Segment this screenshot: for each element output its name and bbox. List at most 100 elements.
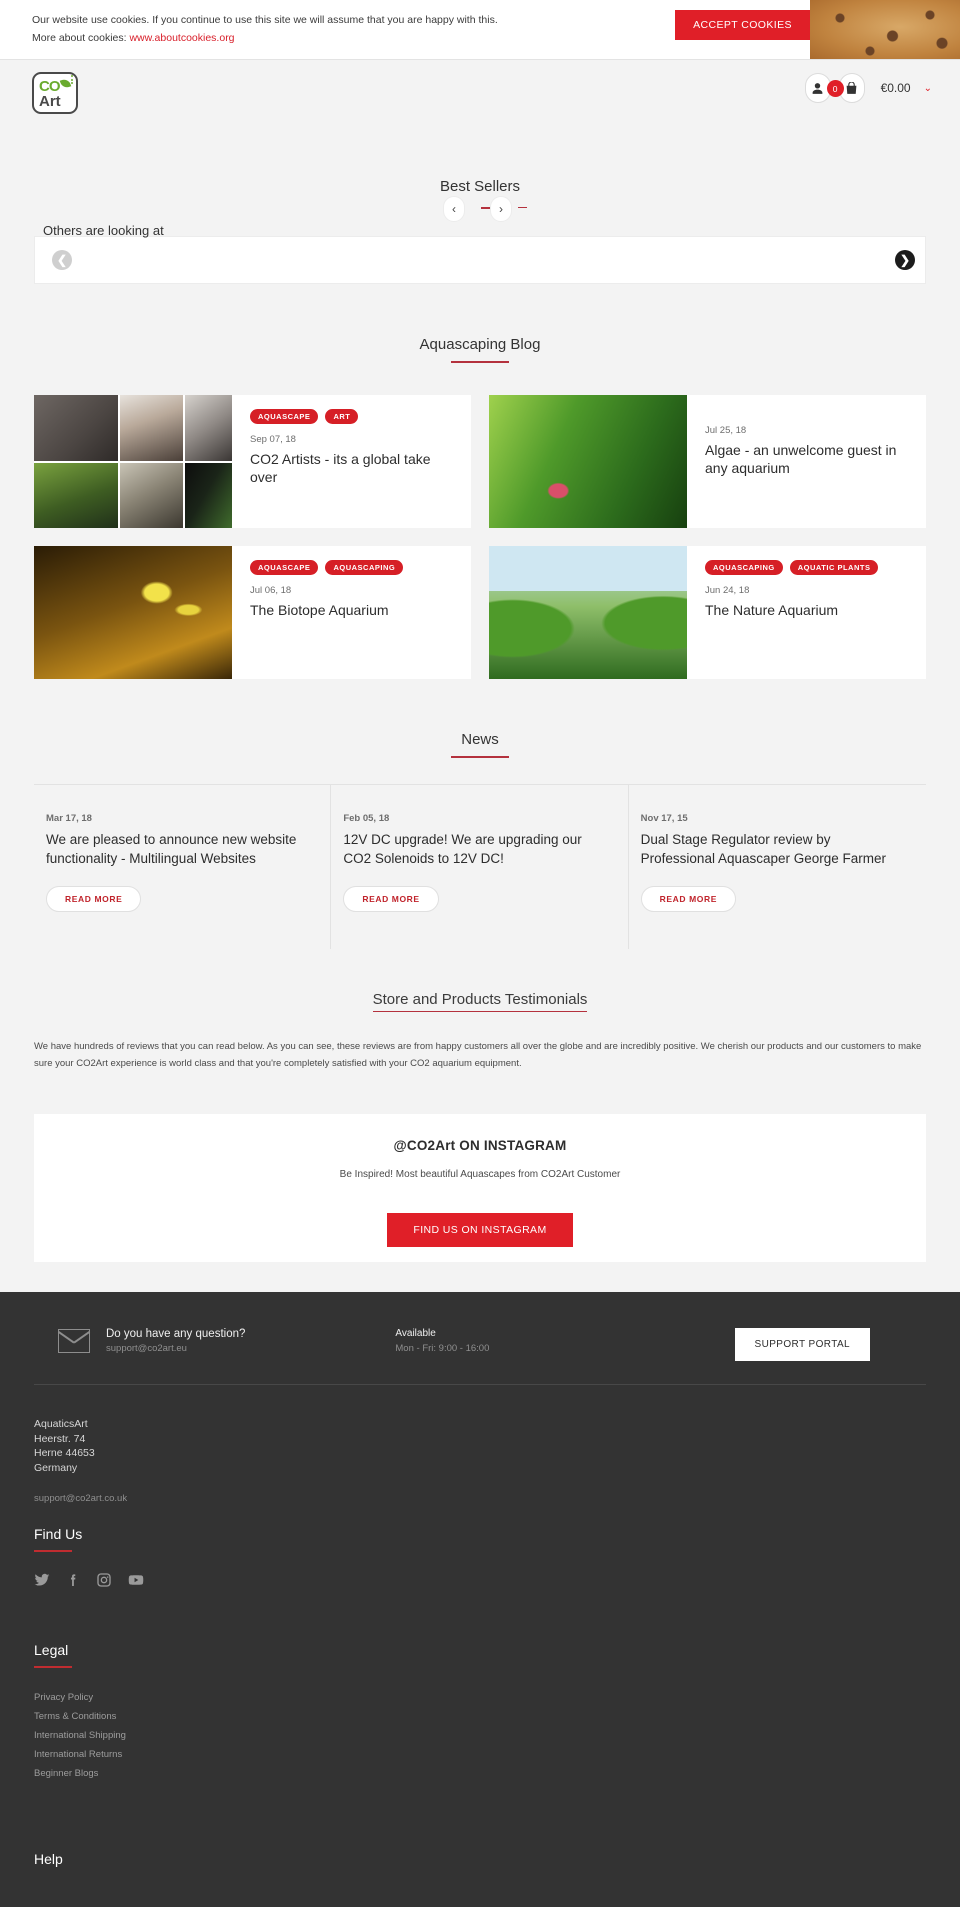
others-looking-at-panel: Others are looking at ❮ ❯ <box>34 223 926 284</box>
availability-title: Available <box>395 1328 436 1339</box>
best-sellers-rule-right <box>518 207 527 208</box>
support-question-block: Do you have any question? support@co2art… <box>106 1328 245 1354</box>
news-title-rule <box>451 756 509 758</box>
blog-title[interactable]: Algae - an unwelcome guest in any aquari… <box>705 441 910 477</box>
read-more-button[interactable]: READ MORE <box>343 886 439 912</box>
blog-tag-row: AQUASCAPING AQUATIC PLANTS <box>705 560 910 575</box>
social-links <box>34 1572 926 1588</box>
nature-aquarium-photo <box>489 546 687 679</box>
blog-tag[interactable]: AQUASCAPE <box>250 409 319 424</box>
blog-card[interactable]: AQUASCAPING AQUATIC PLANTS Jun 24, 18 Th… <box>489 546 926 679</box>
blog-card-body: AQUASCAPING AQUATIC PLANTS Jun 24, 18 Th… <box>687 546 926 679</box>
blog-card[interactable]: AQUASCAPE ART Sep 07, 18 CO2 Artists - i… <box>34 395 471 528</box>
legal-link-terms-conditions[interactable]: Terms & Conditions <box>34 1707 926 1726</box>
legal-link-beginner-blogs[interactable]: Beginner Blogs <box>34 1764 926 1783</box>
blog-thumbnail[interactable] <box>34 395 232 528</box>
blog-tag[interactable]: ART <box>325 409 359 424</box>
news-date: Nov 17, 15 <box>640 813 688 824</box>
instagram-title: @CO2Art ON INSTAGRAM <box>393 1138 567 1153</box>
blog-tag[interactable]: AQUASCAPE <box>250 560 319 575</box>
envelope-icon <box>58 1329 90 1353</box>
blog-tag[interactable]: AQUATIC PLANTS <box>789 560 879 575</box>
legal-link-international-shipping[interactable]: International Shipping <box>34 1726 926 1745</box>
blog-title[interactable]: The Nature Aquarium <box>705 601 910 619</box>
homepage: Our website use cookies. If you continue… <box>0 0 960 1907</box>
twitter-icon[interactable] <box>34 1572 50 1588</box>
others-next-button[interactable]: ❯ <box>895 250 915 270</box>
address-line: AquaticsArt <box>34 1418 88 1430</box>
best-sellers-prev-button[interactable]: ‹ <box>443 196 465 222</box>
testimonials-body-text: We have hundreds of reviews that you can… <box>34 1041 922 1069</box>
blog-date: Sep 07, 18 <box>250 434 296 445</box>
blog-card-grid: AQUASCAPE ART Sep 07, 18 CO2 Artists - i… <box>34 395 926 679</box>
legal-link-international-returns[interactable]: International Returns <box>34 1745 926 1764</box>
testimonials-title: Store and Products Testimonials <box>372 991 588 1012</box>
others-prev-button[interactable]: ❮ <box>52 250 72 270</box>
blog-title-rule <box>451 361 509 363</box>
blog-card-body: Jul 25, 18 Algae - an unwelcome guest in… <box>687 395 926 528</box>
blog-date: Jul 25, 18 <box>705 425 747 436</box>
news-item: Mar 17, 18 We are pleased to announce ne… <box>34 785 332 949</box>
blog-section-title: Aquascaping Blog <box>419 336 541 353</box>
news-title[interactable]: 12V DC upgrade! We are upgrading our CO2… <box>343 830 601 868</box>
availability-block: Available Mon - Fri: 9:00 - 16:00 <box>395 1328 489 1354</box>
read-more-button[interactable]: READ MORE <box>640 886 737 912</box>
others-looking-at-label: Others are looking at <box>43 223 164 238</box>
best-sellers-next-button[interactable]: › <box>490 196 512 222</box>
blog-tag[interactable]: AQUASCAPING <box>705 560 783 575</box>
support-email[interactable]: support@co2art.eu <box>106 1343 245 1354</box>
header-actions: 0 €0.00 ⌄ <box>804 73 932 103</box>
cart-button[interactable]: 0 <box>826 73 865 103</box>
instagram-subtitle: Be Inspired! Most beautiful Aquascapes f… <box>339 1169 621 1180</box>
site-header: CO Art 0 €0.00 ⌄ <box>0 60 960 124</box>
blog-card[interactable]: AQUASCAPE AQUASCAPING Jul 06, 18 The Bio… <box>34 546 471 679</box>
user-icon <box>812 82 823 94</box>
blog-card-body: AQUASCAPE ART Sep 07, 18 CO2 Artists - i… <box>232 395 471 528</box>
news-title[interactable]: We are pleased to announce new website f… <box>46 830 304 868</box>
cookie-line-1: Our website use cookies. If you continue… <box>32 14 498 26</box>
news-item: Nov 17, 15 Dual Stage Regulator review b… <box>629 785 926 949</box>
instagram-icon[interactable] <box>96 1572 112 1588</box>
address-line: Herne 44653 <box>34 1447 95 1459</box>
testimonials-title-wrap: Store and Products Testimonials <box>34 991 926 1012</box>
news-section: News Mar 17, 18 We are pleased to announ… <box>0 727 960 949</box>
legal-link-privacy-policy[interactable]: Privacy Policy <box>34 1688 926 1707</box>
read-more-button[interactable]: READ MORE <box>46 886 142 912</box>
news-date: Feb 05, 18 <box>343 813 390 824</box>
footer-contact-email[interactable]: support@co2art.co.uk <box>34 1493 926 1504</box>
find-us-heading: Find Us <box>34 1526 83 1542</box>
legal-rule <box>34 1666 72 1668</box>
accept-cookies-button[interactable]: ACCEPT COOKIES <box>675 10 810 40</box>
leaf-icon <box>59 77 72 90</box>
cookie-photo <box>810 0 960 59</box>
collage-image <box>34 395 232 528</box>
find-us-on-instagram-button[interactable]: FIND US ON INSTAGRAM <box>387 1213 573 1247</box>
site-logo[interactable]: CO Art <box>32 72 78 114</box>
news-title[interactable]: Dual Stage Regulator review by Professio… <box>641 830 900 868</box>
biotope-photo <box>34 546 232 679</box>
support-portal-button[interactable]: SUPPORT PORTAL <box>734 1328 870 1361</box>
news-grid: Mar 17, 18 We are pleased to announce ne… <box>34 784 926 949</box>
facebook-icon[interactable] <box>65 1572 81 1588</box>
blog-thumbnail[interactable] <box>489 395 687 528</box>
blog-card[interactable]: Jul 25, 18 Algae - an unwelcome guest in… <box>489 395 926 528</box>
address-line: Heerstr. 74 <box>34 1432 86 1445</box>
blog-thumbnail[interactable] <box>489 546 687 679</box>
blog-date: Jun 24, 18 <box>705 585 750 596</box>
blog-date: Jul 06, 18 <box>250 585 292 596</box>
youtube-icon[interactable] <box>127 1572 145 1588</box>
best-sellers-title: Best Sellers <box>439 178 521 195</box>
cart-icon <box>846 81 857 94</box>
footer-main: AquaticsArt Heerstr. 74 Herne 44653 Germ… <box>0 1385 960 1867</box>
bubbles-icon <box>71 75 73 86</box>
cookie-consent-bar: Our website use cookies. If you continue… <box>0 0 960 60</box>
blog-thumbnail[interactable] <box>34 546 232 679</box>
chevron-down-icon[interactable]: ⌄ <box>924 83 932 94</box>
blog-title[interactable]: The Biotope Aquarium <box>250 601 455 619</box>
blog-tag-row: AQUASCAPE AQUASCAPING <box>250 560 455 575</box>
blog-title[interactable]: CO2 Artists - its a global take over <box>250 450 455 486</box>
about-cookies-link[interactable]: www.aboutcookies.org <box>129 32 234 44</box>
logo-art-text: Art <box>39 93 61 110</box>
blog-tag[interactable]: AQUASCAPING <box>325 560 404 575</box>
news-date: Mar 17, 18 <box>46 813 92 824</box>
